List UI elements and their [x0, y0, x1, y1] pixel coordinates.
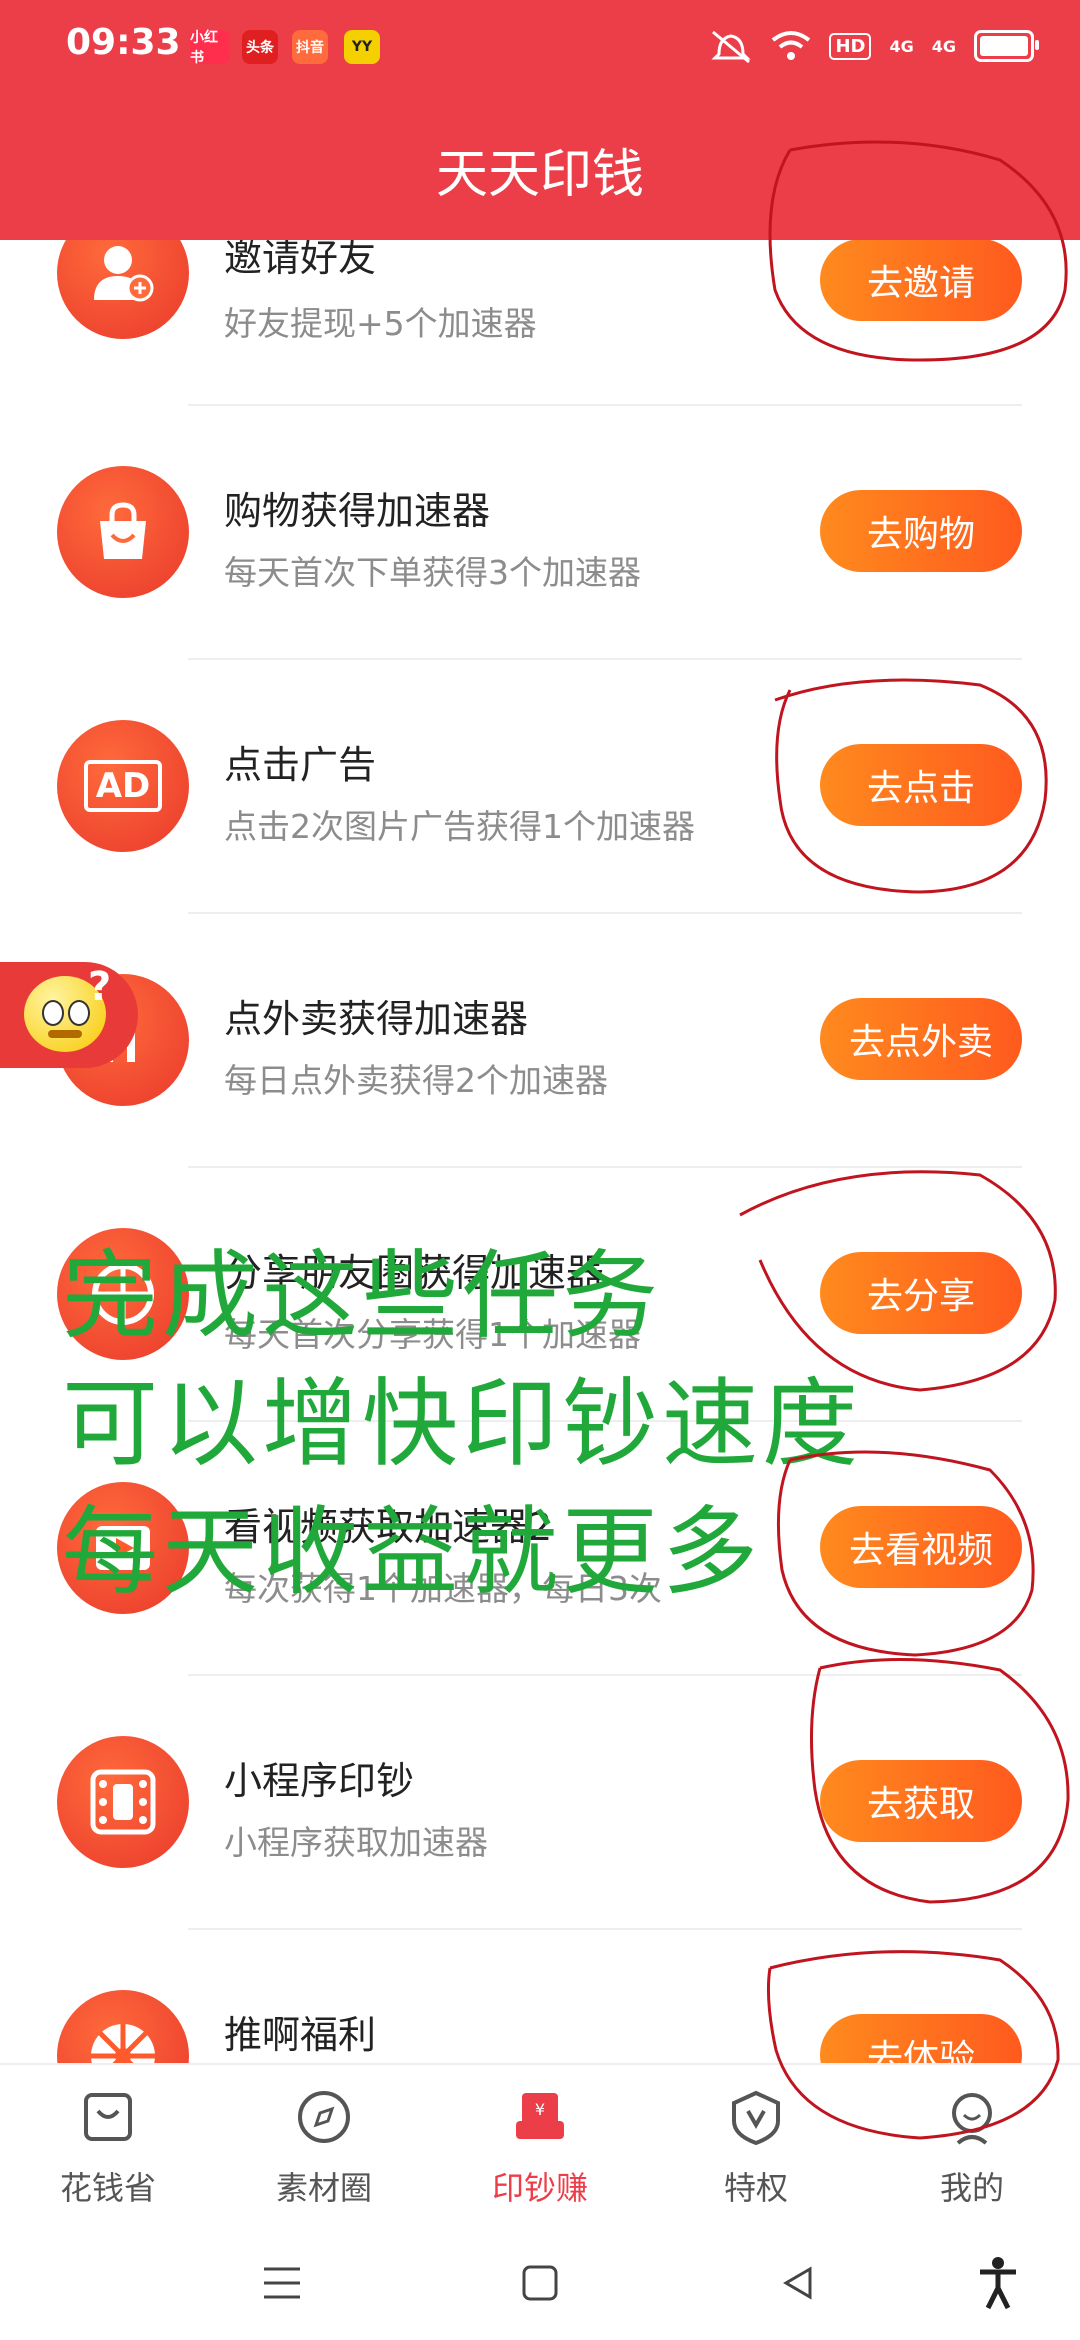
signal-4g-icon: 4G: [889, 36, 914, 56]
tab-label: 素材圈: [275, 2169, 372, 2207]
tab-label: 花钱省: [59, 2169, 156, 2207]
task-row-shopping: 购物获得加速器 每天首次下单获得3个加速器 去购物: [0, 406, 1080, 659]
battery-icon: [974, 30, 1039, 62]
svg-text:¥: ¥: [535, 2100, 545, 2119]
get-button[interactable]: 去获取: [820, 1760, 1022, 1842]
emoji-eye: [68, 1000, 90, 1026]
watch-video-button[interactable]: 去看视频: [820, 1506, 1022, 1588]
xiaohongshu-icon: 小红书: [190, 30, 230, 66]
toutiao-icon: 头条: [242, 30, 278, 64]
overlay-text-line: 完成这些任务: [62, 1240, 662, 1352]
task-row-ad: AD 点击广告 点击2次图片广告获得1个加速器 去点击: [0, 660, 1080, 913]
overlay-text-line: 每天收益就更多: [62, 1496, 762, 1608]
order-delivery-button[interactable]: 去点外卖: [820, 998, 1022, 1080]
task-description: 小程序获取加速器: [224, 1823, 488, 1862]
system-nav-bar: [0, 2223, 1080, 2340]
page-title: 天天印钱: [435, 145, 644, 205]
task-title: 购物获得加速器: [224, 489, 491, 533]
accessibility-icon[interactable]: [968, 2253, 1028, 2313]
shopping-bag-icon: [84, 2093, 132, 2141]
tab-label: 我的: [939, 2169, 1004, 2207]
task-title: 推啊福利: [224, 2013, 377, 2057]
task-title: 小程序印钞: [224, 1759, 415, 1803]
emoji-eye: [42, 1000, 64, 1026]
menu-icon[interactable]: [252, 2253, 312, 2313]
tab-yinchaozhuan[interactable]: ¥ 印钞赚: [432, 2065, 648, 2225]
task-row-delivery: 点外卖获得加速器 每日点外卖获得2个加速器 去点外卖: [0, 914, 1080, 1167]
bottom-tab-bar: 花钱省 素材圈 ¥ 印钞赚 特权 我的: [0, 2063, 1080, 2225]
mute-icon: [711, 30, 752, 64]
red-envelope-icon: ¥: [516, 2093, 564, 2139]
floating-widget[interactable]: ?: [0, 962, 138, 1068]
yy-icon: YY: [344, 30, 380, 64]
compass-icon: [298, 2091, 350, 2143]
tab-wode[interactable]: 我的: [864, 2065, 1080, 2225]
task-description: 每天首次下单获得3个加速器: [224, 553, 641, 592]
share-button[interactable]: 去分享: [820, 1252, 1022, 1334]
tab-label: 特权: [723, 2169, 788, 2207]
tab-huaqiansheng[interactable]: 花钱省: [0, 2065, 216, 2225]
back-icon[interactable]: [768, 2253, 828, 2313]
task-description: 每日点外卖获得2个加速器: [224, 1061, 608, 1100]
wifi-icon: [772, 31, 811, 60]
invite-button[interactable]: 去邀请: [820, 239, 1022, 321]
douyin-icon: 抖音: [292, 30, 328, 64]
mini-program-icon: [57, 1736, 189, 1868]
app-header: 09:33 小红书 头条 抖音 YY HD 4G 4G 天天印钱: [0, 0, 1080, 240]
status-bar: 09:33 小红书 头条 抖音 YY HD 4G 4G: [0, 0, 1080, 96]
question-mark-icon: ?: [88, 964, 112, 1010]
task-description: 好友提现+5个加速器: [224, 304, 537, 343]
overlay-text-line: 可以增快印钞速度: [62, 1368, 862, 1480]
hd-icon: HD: [829, 32, 872, 60]
shop-button[interactable]: 去购物: [820, 490, 1022, 572]
task-row-mini-program: 小程序印钞 小程序获取加速器 去获取: [0, 1676, 1080, 1929]
home-icon[interactable]: [510, 2253, 570, 2313]
task-title: 点外卖获得加速器: [224, 997, 529, 1041]
task-title: 点击广告: [224, 743, 377, 787]
shopping-bag-icon: [57, 466, 189, 598]
signal-4g-icon: 4G: [931, 36, 956, 56]
tab-label: 印钞赚: [491, 2169, 588, 2207]
ad-icon: AD: [57, 720, 189, 852]
ad-icon-label: AD: [83, 760, 163, 812]
emoji-mouth: [48, 1030, 82, 1038]
status-time: 09:33: [66, 22, 181, 63]
user-face-icon: [952, 2093, 992, 2145]
task-description: 点击2次图片广告获得1个加速器: [224, 807, 695, 846]
click-ad-button[interactable]: 去点击: [820, 744, 1022, 826]
status-icons: HD 4G 4G: [709, 28, 1039, 64]
tab-tequan[interactable]: 特权: [648, 2065, 864, 2225]
tab-sucaiquan[interactable]: 素材圈: [216, 2065, 432, 2225]
shield-v-icon: [732, 2090, 780, 2146]
